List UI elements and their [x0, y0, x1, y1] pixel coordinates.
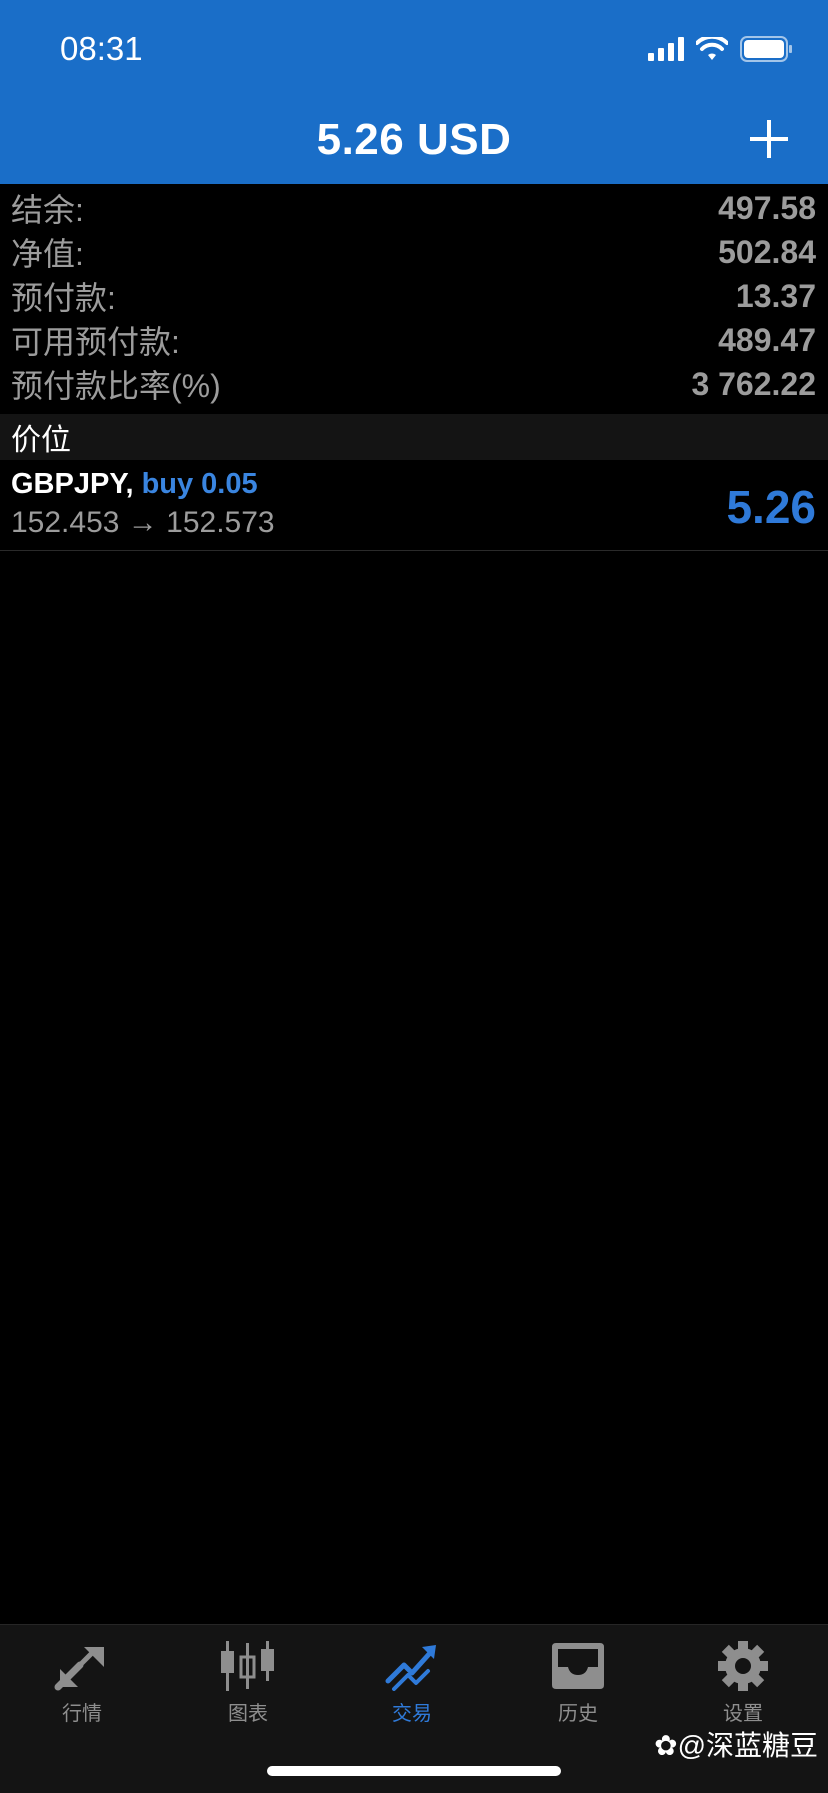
- tab-charts-label: 图表: [228, 1703, 268, 1725]
- history-inbox-icon: [552, 1643, 604, 1689]
- summary-row-margin-level: 预付款比率(%) 3 762.22: [0, 362, 828, 406]
- page-title: 5.26 USD: [316, 115, 512, 164]
- watermark-text: @深蓝糖豆: [677, 1730, 818, 1761]
- status-icons: [648, 36, 794, 62]
- equity-label: 净值:: [11, 236, 84, 272]
- position-profit: 5.26: [726, 481, 816, 533]
- tab-history-label: 历史: [558, 1703, 598, 1725]
- summary-row-margin: 预付款: 13.37: [0, 274, 828, 318]
- position-direction: buy 0.05: [141, 468, 258, 500]
- signal-icon: [648, 37, 684, 61]
- tab-quotes-label: 行情: [62, 1703, 102, 1725]
- balance-label: 结余:: [11, 192, 84, 228]
- chart-candles-icon: [221, 1641, 274, 1691]
- current-price: 152.573: [166, 506, 275, 539]
- gear-icon: [718, 1641, 768, 1691]
- battery-icon: [740, 36, 792, 62]
- tab-history[interactable]: 历史: [523, 1641, 633, 1726]
- app-header: 08:31 5.26 USD: [0, 0, 828, 184]
- status-time: 08:31: [60, 30, 143, 67]
- tab-quotes[interactable]: 行情: [27, 1641, 137, 1726]
- add-order-button[interactable]: [748, 118, 790, 160]
- free-margin-value: 489.47: [718, 321, 816, 358]
- summary-row-free-margin: 可用预付款: 489.47: [0, 318, 828, 362]
- position-row[interactable]: GBPJPY, buy 0.05 152.453 → 152.573 5.26: [0, 460, 828, 551]
- balance-value: 497.58: [718, 189, 816, 226]
- positions-section-header: 价位: [0, 414, 828, 460]
- tab-trade-label: 交易: [392, 1703, 432, 1725]
- equity-value: 502.84: [718, 233, 816, 270]
- tab-settings[interactable]: 设置: [688, 1641, 798, 1726]
- open-price: 152.453: [11, 506, 120, 539]
- trade-icon: [385, 1645, 436, 1691]
- margin-level-value: 3 762.22: [691, 365, 816, 402]
- section-title: 价位: [11, 424, 71, 457]
- watermark: ✿@深蓝糖豆: [654, 1724, 818, 1764]
- margin-level-label: 预付款比率(%): [11, 368, 221, 404]
- position-symbol: GBPJPY,: [11, 468, 134, 500]
- free-margin-label: 可用预付款:: [11, 324, 180, 360]
- quotes-icon: [54, 1647, 104, 1691]
- wifi-icon: [696, 37, 728, 60]
- watermark-logo-icon: ✿: [654, 1730, 678, 1761]
- tab-settings-label: 设置: [723, 1703, 763, 1725]
- price-arrow: →: [127, 506, 158, 539]
- summary-row-balance: 结余: 497.58: [0, 186, 828, 230]
- margin-label: 预付款:: [11, 280, 116, 316]
- margin-value: 13.37: [735, 277, 816, 314]
- summary-row-equity: 净值: 502.84: [0, 230, 828, 274]
- home-indicator[interactable]: [267, 1766, 561, 1776]
- position-title: GBPJPY, buy 0.05: [11, 468, 258, 501]
- account-summary: 结余: 497.58 净值: 502.84 预付款: 13.37 可用预付款: …: [0, 186, 828, 406]
- tab-trade[interactable]: 交易: [357, 1641, 467, 1726]
- position-prices: 152.453 → 152.573: [11, 506, 275, 540]
- tab-charts[interactable]: 图表: [193, 1641, 303, 1726]
